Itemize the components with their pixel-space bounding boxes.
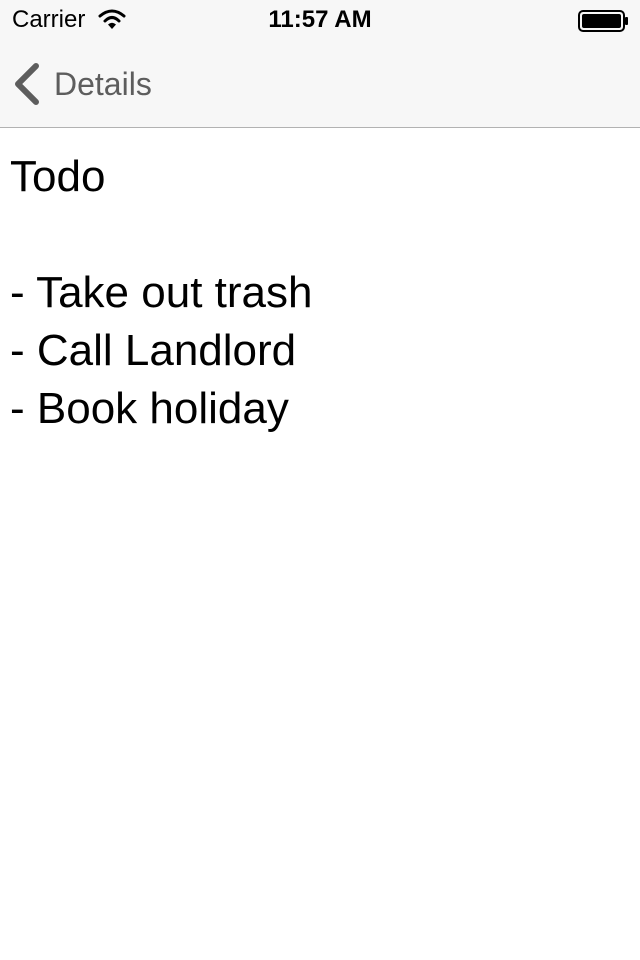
navigation-bar: Details <box>0 40 640 128</box>
status-time: 11:57 AM <box>268 6 372 33</box>
note-text-view[interactable]: Todo - Take out trash - Call Landlord - … <box>0 128 640 960</box>
note-list-item: - Call Landlord <box>10 326 297 375</box>
note-blank-line <box>10 206 630 264</box>
chevron-left-icon <box>15 63 39 105</box>
note-list-item: - Book holiday <box>10 384 289 433</box>
back-button[interactable]: Details <box>12 60 152 108</box>
note-title: Todo <box>10 152 106 201</box>
screen: Carrier 11:57 AM Details Todo - Take out… <box>0 0 640 960</box>
back-button-label: Details <box>54 66 152 102</box>
status-bar: Carrier 11:57 AM <box>0 0 640 40</box>
battery-icon <box>578 10 628 32</box>
note-list-item: - Take out trash <box>10 268 313 317</box>
